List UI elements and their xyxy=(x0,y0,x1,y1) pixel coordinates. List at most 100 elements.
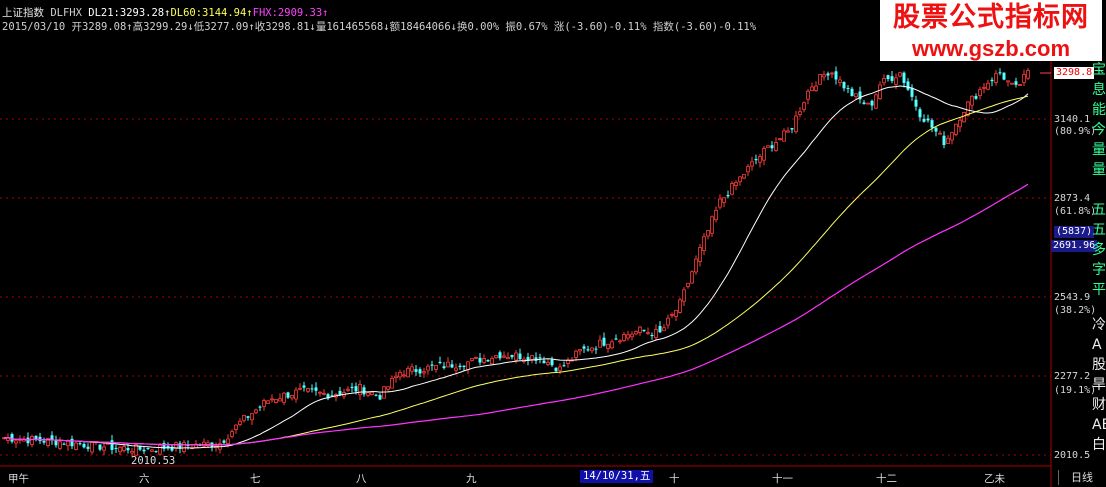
candle-body xyxy=(814,85,818,91)
candle-body xyxy=(854,93,858,98)
candle-body xyxy=(614,338,618,340)
x-label-8: 乙未 xyxy=(984,473,1005,485)
candle-body xyxy=(314,387,318,391)
candle-body xyxy=(982,86,986,89)
period-button[interactable]: 日线 xyxy=(1058,470,1105,485)
quote-header: 2015/03/10 开3289.08↑高3299.29↓低3277.09↑收3… xyxy=(2,21,756,34)
candle-body xyxy=(922,118,926,122)
x-label-5: 十 xyxy=(669,473,680,485)
candle-body xyxy=(66,440,70,447)
candle-body xyxy=(498,352,502,359)
candle-body xyxy=(706,230,710,237)
candle-body xyxy=(734,182,738,186)
fhx-line xyxy=(3,183,1029,446)
quote-field-1: 开3289.08↑ xyxy=(71,21,133,33)
candle-body xyxy=(82,443,86,448)
low-annotation: 2010.53 xyxy=(131,455,176,467)
candle-body xyxy=(446,361,450,368)
candle-body xyxy=(158,444,162,455)
quote-field-8: 振0.67% xyxy=(505,21,554,33)
candle-body xyxy=(626,334,630,339)
candle-body xyxy=(402,374,406,377)
candle-body xyxy=(926,118,930,121)
candle-body xyxy=(238,420,242,425)
candle-body xyxy=(226,438,230,445)
candle-body xyxy=(306,388,310,392)
kline-chart[interactable] xyxy=(0,0,1106,487)
candle-body xyxy=(850,88,854,97)
candle-body xyxy=(442,366,446,369)
candle-body xyxy=(78,443,82,445)
count-badge: (5837) xyxy=(1054,226,1095,238)
candle-body xyxy=(502,355,506,358)
candle-body xyxy=(294,389,298,400)
candle-body xyxy=(742,174,746,179)
candle-body xyxy=(766,145,770,148)
candle-body xyxy=(146,448,150,450)
candle-body xyxy=(378,395,382,400)
candle-body xyxy=(518,353,522,360)
cursor-date-tag: 14/10/31,五 xyxy=(580,470,654,483)
candle-body xyxy=(1014,81,1018,85)
candle-body xyxy=(346,388,350,391)
level-price-2: 2873.4 xyxy=(1054,193,1091,204)
quote-field-6: 额18464066↓ xyxy=(389,21,457,33)
candle-body xyxy=(758,156,762,163)
candle-body xyxy=(634,331,638,335)
quote-field-5: 量161465568↓ xyxy=(315,21,390,33)
candle-body xyxy=(254,409,258,414)
candle-body xyxy=(794,115,798,133)
candle-body xyxy=(778,138,782,140)
candle-body xyxy=(658,326,662,333)
candle-body xyxy=(970,95,974,106)
candle-body xyxy=(790,128,794,130)
indicator-value-0: 上证指数 xyxy=(2,7,51,19)
candle-body xyxy=(406,368,410,378)
candle-body xyxy=(470,358,474,361)
candle-body xyxy=(142,449,146,452)
candle-body xyxy=(562,365,566,367)
level-price-3: 2543.9 xyxy=(1054,292,1091,303)
candlesticks xyxy=(2,66,1030,457)
candle-body xyxy=(818,74,822,85)
candle-body xyxy=(1022,74,1026,83)
candle-body xyxy=(14,440,18,444)
candle-body xyxy=(554,367,558,372)
candle-body xyxy=(822,74,826,78)
candle-body xyxy=(1026,70,1030,79)
candle-body xyxy=(582,346,586,349)
quote-field-3: 低3277.09↑ xyxy=(193,21,255,33)
candle-body xyxy=(782,130,786,142)
candle-body xyxy=(398,372,402,378)
candle-body xyxy=(690,271,694,284)
candle-body xyxy=(202,441,206,447)
candle-body xyxy=(750,161,754,167)
candle-body xyxy=(478,357,482,363)
candle-body xyxy=(362,387,366,395)
level-pct-2: (61.8%) xyxy=(1054,206,1097,217)
candle-body xyxy=(1018,84,1022,87)
level-pct-4: (19.1%) xyxy=(1054,385,1097,396)
candle-body xyxy=(914,99,918,107)
candle-body xyxy=(74,442,78,450)
candle-body xyxy=(722,197,726,203)
x-label-4: 九 xyxy=(466,473,477,485)
candle-body xyxy=(118,446,122,453)
candle-body xyxy=(678,299,682,313)
candle-body xyxy=(1010,82,1014,85)
candle-body xyxy=(310,388,314,390)
candle-body xyxy=(494,355,498,359)
candle-body xyxy=(30,435,34,445)
candle-body xyxy=(598,339,602,348)
candle-body xyxy=(258,406,262,408)
candle-body xyxy=(366,392,370,396)
candle-body xyxy=(586,349,590,351)
candle-body xyxy=(842,82,846,89)
candle-body xyxy=(906,81,910,90)
candle-body xyxy=(930,120,934,128)
candle-body xyxy=(670,313,674,316)
candle-body xyxy=(630,333,634,338)
candle-body xyxy=(898,72,902,77)
candle-body xyxy=(974,96,978,99)
candle-body xyxy=(738,176,742,183)
